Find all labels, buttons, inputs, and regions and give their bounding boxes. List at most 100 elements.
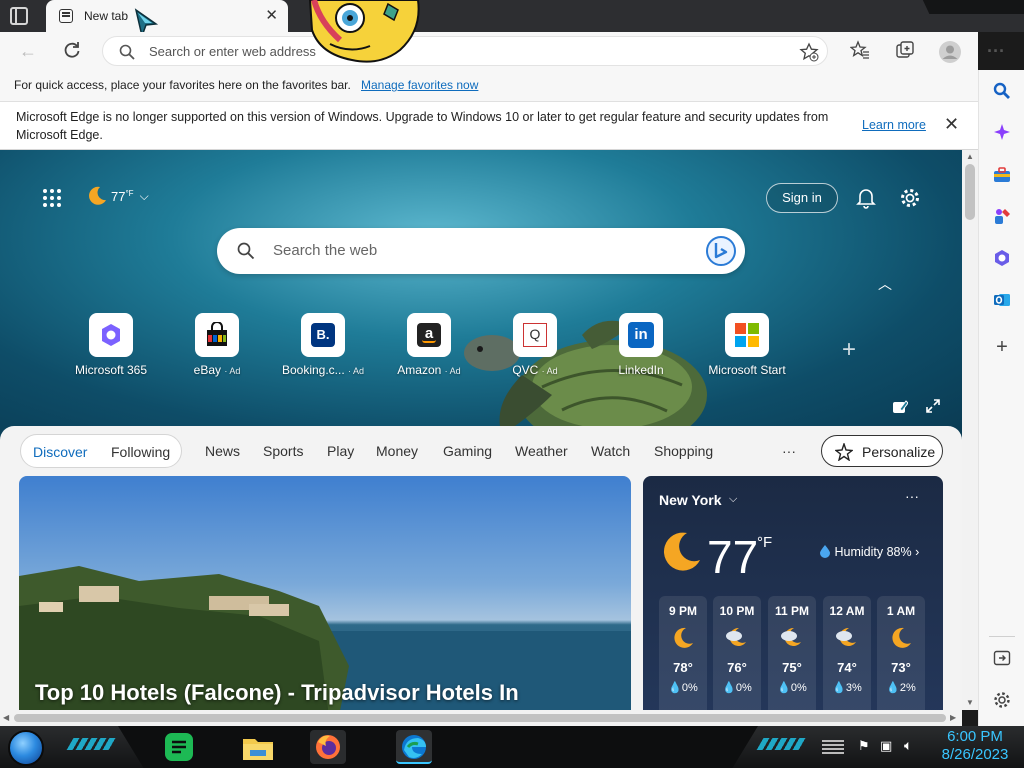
flag-icon[interactable]: ⚑ — [858, 738, 870, 754]
tab-weather[interactable]: Weather — [515, 443, 568, 459]
tab-discover[interactable]: Discover — [33, 444, 87, 460]
title-bar-decoration — [922, 0, 1024, 14]
scroll-right-arrow-icon[interactable]: ▶ — [950, 713, 956, 722]
browser-toolbar: ← Search or enter web address ··· — [0, 32, 1005, 70]
quick-link-microsoft-365[interactable]: Microsoft 365 — [58, 313, 164, 377]
hourly-forecast-item: 9 PM 78° 💧0% — [659, 596, 707, 710]
article-card[interactable]: Top 10 Hotels (Falcone) - Tripadvisor Ho… — [19, 476, 631, 710]
cloudy-moon-icon — [836, 627, 856, 646]
unsupported-os-infobar: Microsoft Edge is no longer supported on… — [0, 102, 978, 150]
add-quick-link-icon[interactable]: + — [842, 336, 856, 364]
tab-play[interactable]: Play — [327, 443, 354, 459]
favorites-icon[interactable] — [848, 40, 872, 62]
quick-link-qvc[interactable]: Q QVC · Ad — [482, 313, 588, 377]
notifications-bell-icon[interactable] — [856, 187, 876, 212]
taskbar-decoration — [756, 738, 808, 750]
forecast-precip: 💧0% — [722, 682, 752, 694]
forecast-hour: 12 AM — [829, 604, 865, 618]
volume-icon[interactable]: 🔈︎ — [904, 737, 912, 754]
tab-gaming[interactable]: Gaming — [443, 443, 492, 459]
more-tabs-button[interactable]: ··· — [782, 443, 796, 459]
weather-chip[interactable]: 77 °F ⌵ — [86, 185, 149, 207]
back-arrow-icon[interactable]: ← — [16, 40, 40, 62]
taskbar-firefox-icon[interactable] — [310, 730, 346, 764]
city-chevron-down-icon[interactable]: ⌵ — [729, 493, 737, 506]
sidebar-outlook-icon[interactable] — [991, 291, 1013, 313]
edit-background-icon[interactable] — [892, 399, 909, 418]
page-settings-gear-icon[interactable] — [899, 187, 921, 212]
forecast-hour: 9 PM — [668, 604, 697, 618]
weather-card[interactable]: New York ⌵ ··· 77 °F Humidity 88% › 9 PM… — [643, 476, 943, 710]
add-favorite-icon[interactable] — [799, 42, 819, 62]
sidebar-settings-gear-icon[interactable] — [991, 691, 1013, 713]
taskbar-messaging-app-icon[interactable] — [161, 730, 197, 764]
forecast-temp: 73° — [891, 660, 911, 675]
ad-badge: · Ad — [224, 366, 241, 376]
profile-avatar-icon[interactable] — [938, 40, 962, 63]
hourly-forecast-item: 1 AM 73° 💧2% — [877, 596, 925, 710]
quick-link-label: Amazon — [397, 363, 442, 377]
show-hidden-icons-icon[interactable] — [822, 740, 844, 754]
horizontal-scroll-thumb[interactable] — [14, 714, 946, 722]
apps-launcher-icon[interactable] — [42, 188, 62, 211]
tab-watch[interactable]: Watch — [591, 443, 630, 459]
web-search-box[interactable]: Search the web — [217, 228, 745, 274]
vertical-scrollbar[interactable]: ▲ ▼ — [962, 150, 978, 710]
vertical-scroll-thumb[interactable] — [965, 164, 975, 220]
sidebar-hide-icon[interactable] — [991, 649, 1013, 671]
tab-following[interactable]: Following — [111, 444, 170, 460]
system-clock[interactable]: 6:00 PM 8/26/2023 — [930, 728, 1020, 764]
sidebar-games-icon[interactable] — [991, 207, 1013, 229]
sign-in-button[interactable]: Sign in — [766, 183, 838, 213]
taskbar-decoration — [66, 738, 118, 750]
collapse-chevron-up-icon[interactable]: ︿ — [878, 274, 892, 294]
scroll-up-arrow-icon[interactable]: ▲ — [966, 152, 974, 161]
learn-more-link[interactable]: Learn more — [862, 118, 926, 132]
weather-more-button[interactable]: ··· — [905, 488, 919, 504]
moon-icon — [892, 627, 911, 648]
quick-link-amazon[interactable]: a Amazon · Ad — [376, 313, 482, 377]
tab-new-tab[interactable]: New tab ✕ — [46, 0, 288, 32]
tab-money[interactable]: Money — [376, 443, 418, 459]
forecast-hour: 10 PM — [719, 604, 755, 618]
horizontal-scrollbar[interactable]: ◀ ▶ — [0, 710, 962, 726]
sidebar-add-icon[interactable]: + — [991, 336, 1013, 358]
address-bar[interactable]: Search or enter web address — [102, 36, 828, 66]
start-button[interactable] — [8, 730, 44, 766]
tab-title: New tab — [84, 9, 129, 23]
sidebar-search-icon[interactable] — [991, 82, 1013, 104]
personalize-button[interactable]: Personalize — [821, 435, 943, 467]
tab-actions-icon[interactable] — [10, 7, 28, 25]
new-tab-page: 77 °F ⌵ Sign in Search the web ︿ Microso… — [0, 150, 962, 710]
collections-icon[interactable] — [893, 40, 917, 62]
weather-current-temp: 77 — [707, 531, 759, 583]
web-search-placeholder: Search the web — [273, 242, 378, 259]
taskbar-file-explorer-icon[interactable] — [240, 730, 276, 764]
bing-chat-icon[interactable] — [705, 235, 737, 267]
refresh-icon[interactable] — [60, 40, 84, 62]
network-icon[interactable]: ▣ — [880, 738, 892, 754]
ebay-bag-icon — [207, 322, 227, 346]
sidebar-copilot-icon[interactable] — [991, 123, 1013, 145]
sidebar-office-icon[interactable] — [991, 249, 1013, 271]
weather-city[interactable]: New York — [659, 492, 722, 508]
forecast-temp: 78° — [673, 660, 693, 675]
scroll-left-arrow-icon[interactable]: ◀ — [3, 713, 9, 722]
quick-link-booking[interactable]: B. Booking.c... · Ad — [270, 313, 376, 377]
tab-close-icon[interactable]: ✕ — [265, 6, 278, 24]
tab-news[interactable]: News — [205, 443, 240, 459]
settings-more-icon[interactable]: ··· — [984, 40, 1008, 62]
weather-humidity: Humidity 88% › — [819, 544, 919, 559]
expand-icon[interactable] — [926, 399, 940, 416]
sidebar-tools-icon[interactable] — [991, 166, 1013, 188]
tab-sports[interactable]: Sports — [263, 443, 303, 459]
infobar-close-icon[interactable]: ✕ — [944, 114, 959, 135]
taskbar-edge-icon[interactable] — [396, 730, 432, 764]
quick-link-linkedin[interactable]: in LinkedIn — [588, 313, 694, 377]
tab-shopping[interactable]: Shopping — [654, 443, 713, 459]
quick-link-microsoft-start[interactable]: Microsoft Start — [694, 313, 800, 377]
scroll-down-arrow-icon[interactable]: ▼ — [966, 698, 974, 707]
quick-link-ebay[interactable]: eBay · Ad — [164, 313, 270, 377]
article-headline[interactable]: Top 10 Hotels (Falcone) - Tripadvisor Ho… — [35, 680, 519, 706]
manage-favorites-link[interactable]: Manage favorites now — [361, 78, 478, 92]
